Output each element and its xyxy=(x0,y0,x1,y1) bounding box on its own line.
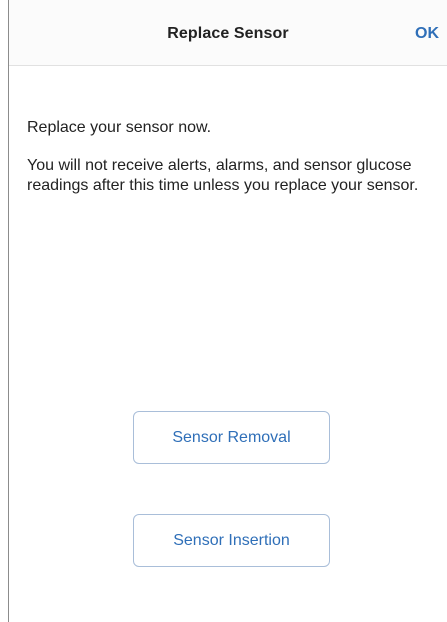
sensor-insertion-button[interactable]: Sensor Insertion xyxy=(133,514,330,567)
ok-button[interactable]: OK xyxy=(413,23,441,45)
sensor-removal-button[interactable]: Sensor Removal xyxy=(133,411,330,464)
message-body: Replace your sensor now. You will not re… xyxy=(27,118,427,214)
warning-text: You will not receive alerts, alarms, and… xyxy=(27,157,419,194)
navigation-bar: Replace Sensor OK xyxy=(9,0,447,66)
replace-sensor-screen: Replace Sensor OK Replace your sensor no… xyxy=(8,0,447,622)
page-title: Replace Sensor xyxy=(167,25,289,42)
replace-now-text: Replace your sensor now. xyxy=(27,119,212,136)
